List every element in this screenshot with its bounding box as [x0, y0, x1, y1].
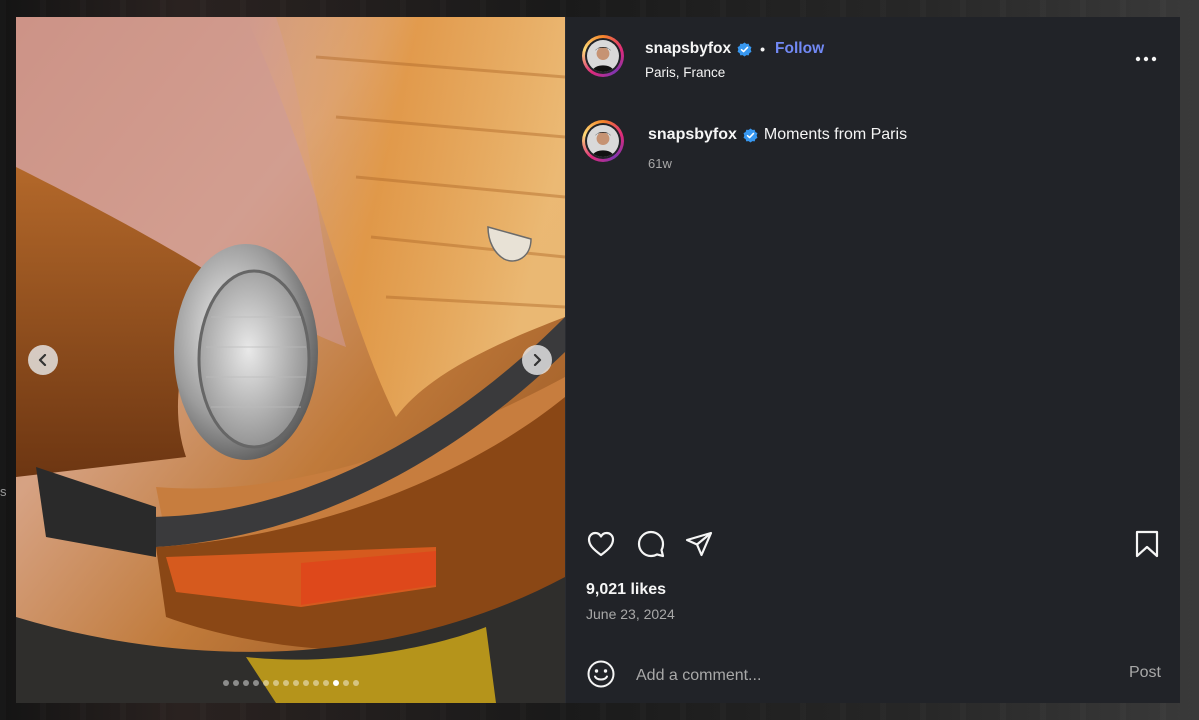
post-details: snapsbyfox • Follow Paris, France snapsb… — [565, 17, 1180, 703]
comment-bubble-icon — [637, 530, 665, 558]
author-username[interactable]: snapsbyfox — [645, 40, 731, 58]
caption-username[interactable]: snapsbyfox — [648, 126, 737, 144]
slide-dot — [322, 680, 329, 686]
save-button[interactable] — [1132, 529, 1162, 559]
slide-dot — [262, 680, 269, 686]
caption-text: Moments from Paris — [763, 126, 908, 143]
slide-indicator — [16, 680, 565, 686]
action-bar — [586, 529, 1162, 559]
slide-dot — [342, 680, 349, 686]
slide-dot — [332, 680, 339, 686]
avatar-image — [587, 125, 619, 157]
post-photo — [16, 17, 565, 703]
post-comment-button[interactable]: Post — [1129, 664, 1161, 682]
paper-plane-icon — [685, 531, 713, 557]
caption-author-avatar[interactable] — [582, 120, 624, 162]
verified-badge-icon — [743, 127, 758, 143]
slide-dot — [302, 680, 309, 686]
more-horizontal-icon — [1135, 56, 1157, 62]
avatar-image — [587, 40, 619, 72]
slide-dot — [282, 680, 289, 686]
slide-dot — [252, 680, 259, 686]
previous-slide-button[interactable] — [28, 345, 58, 375]
author-avatar[interactable] — [582, 35, 624, 77]
more-options-button[interactable] — [1134, 47, 1158, 71]
author-header: snapsbyfox • Follow — [645, 40, 824, 58]
post-date[interactable]: June 23, 2024 — [586, 606, 675, 622]
slide-dot — [292, 680, 299, 686]
heart-icon — [587, 531, 615, 557]
like-button[interactable] — [586, 529, 616, 559]
separator-dot: • — [760, 41, 766, 57]
post-caption: snapsbyfox Moments from Paris — [648, 126, 907, 144]
next-slide-button[interactable] — [522, 345, 552, 375]
post-modal: snapsbyfox • Follow Paris, France snapsb… — [16, 17, 1180, 703]
background-text-fragment: s — [0, 484, 7, 499]
verified-badge-icon — [737, 41, 752, 57]
caption-timestamp[interactable]: 61w — [648, 156, 672, 171]
comment-input[interactable] — [634, 663, 1098, 689]
slide-dot — [242, 680, 249, 686]
post-media — [16, 17, 565, 703]
share-button[interactable] — [684, 529, 714, 559]
slide-dot — [352, 680, 359, 686]
slide-dot — [272, 680, 279, 686]
slide-dot — [312, 680, 319, 686]
slide-dot — [232, 680, 239, 686]
comment-composer: Post — [566, 647, 1180, 703]
post-location[interactable]: Paris, France — [645, 65, 725, 80]
smiley-icon[interactable] — [586, 659, 616, 689]
slide-dot — [222, 680, 229, 686]
bookmark-icon — [1135, 530, 1159, 558]
chevron-left-icon — [38, 354, 47, 366]
like-count[interactable]: 9,021 likes — [586, 581, 666, 599]
follow-button[interactable]: Follow — [775, 40, 824, 58]
comment-button[interactable] — [636, 529, 666, 559]
chevron-right-icon — [533, 354, 542, 366]
